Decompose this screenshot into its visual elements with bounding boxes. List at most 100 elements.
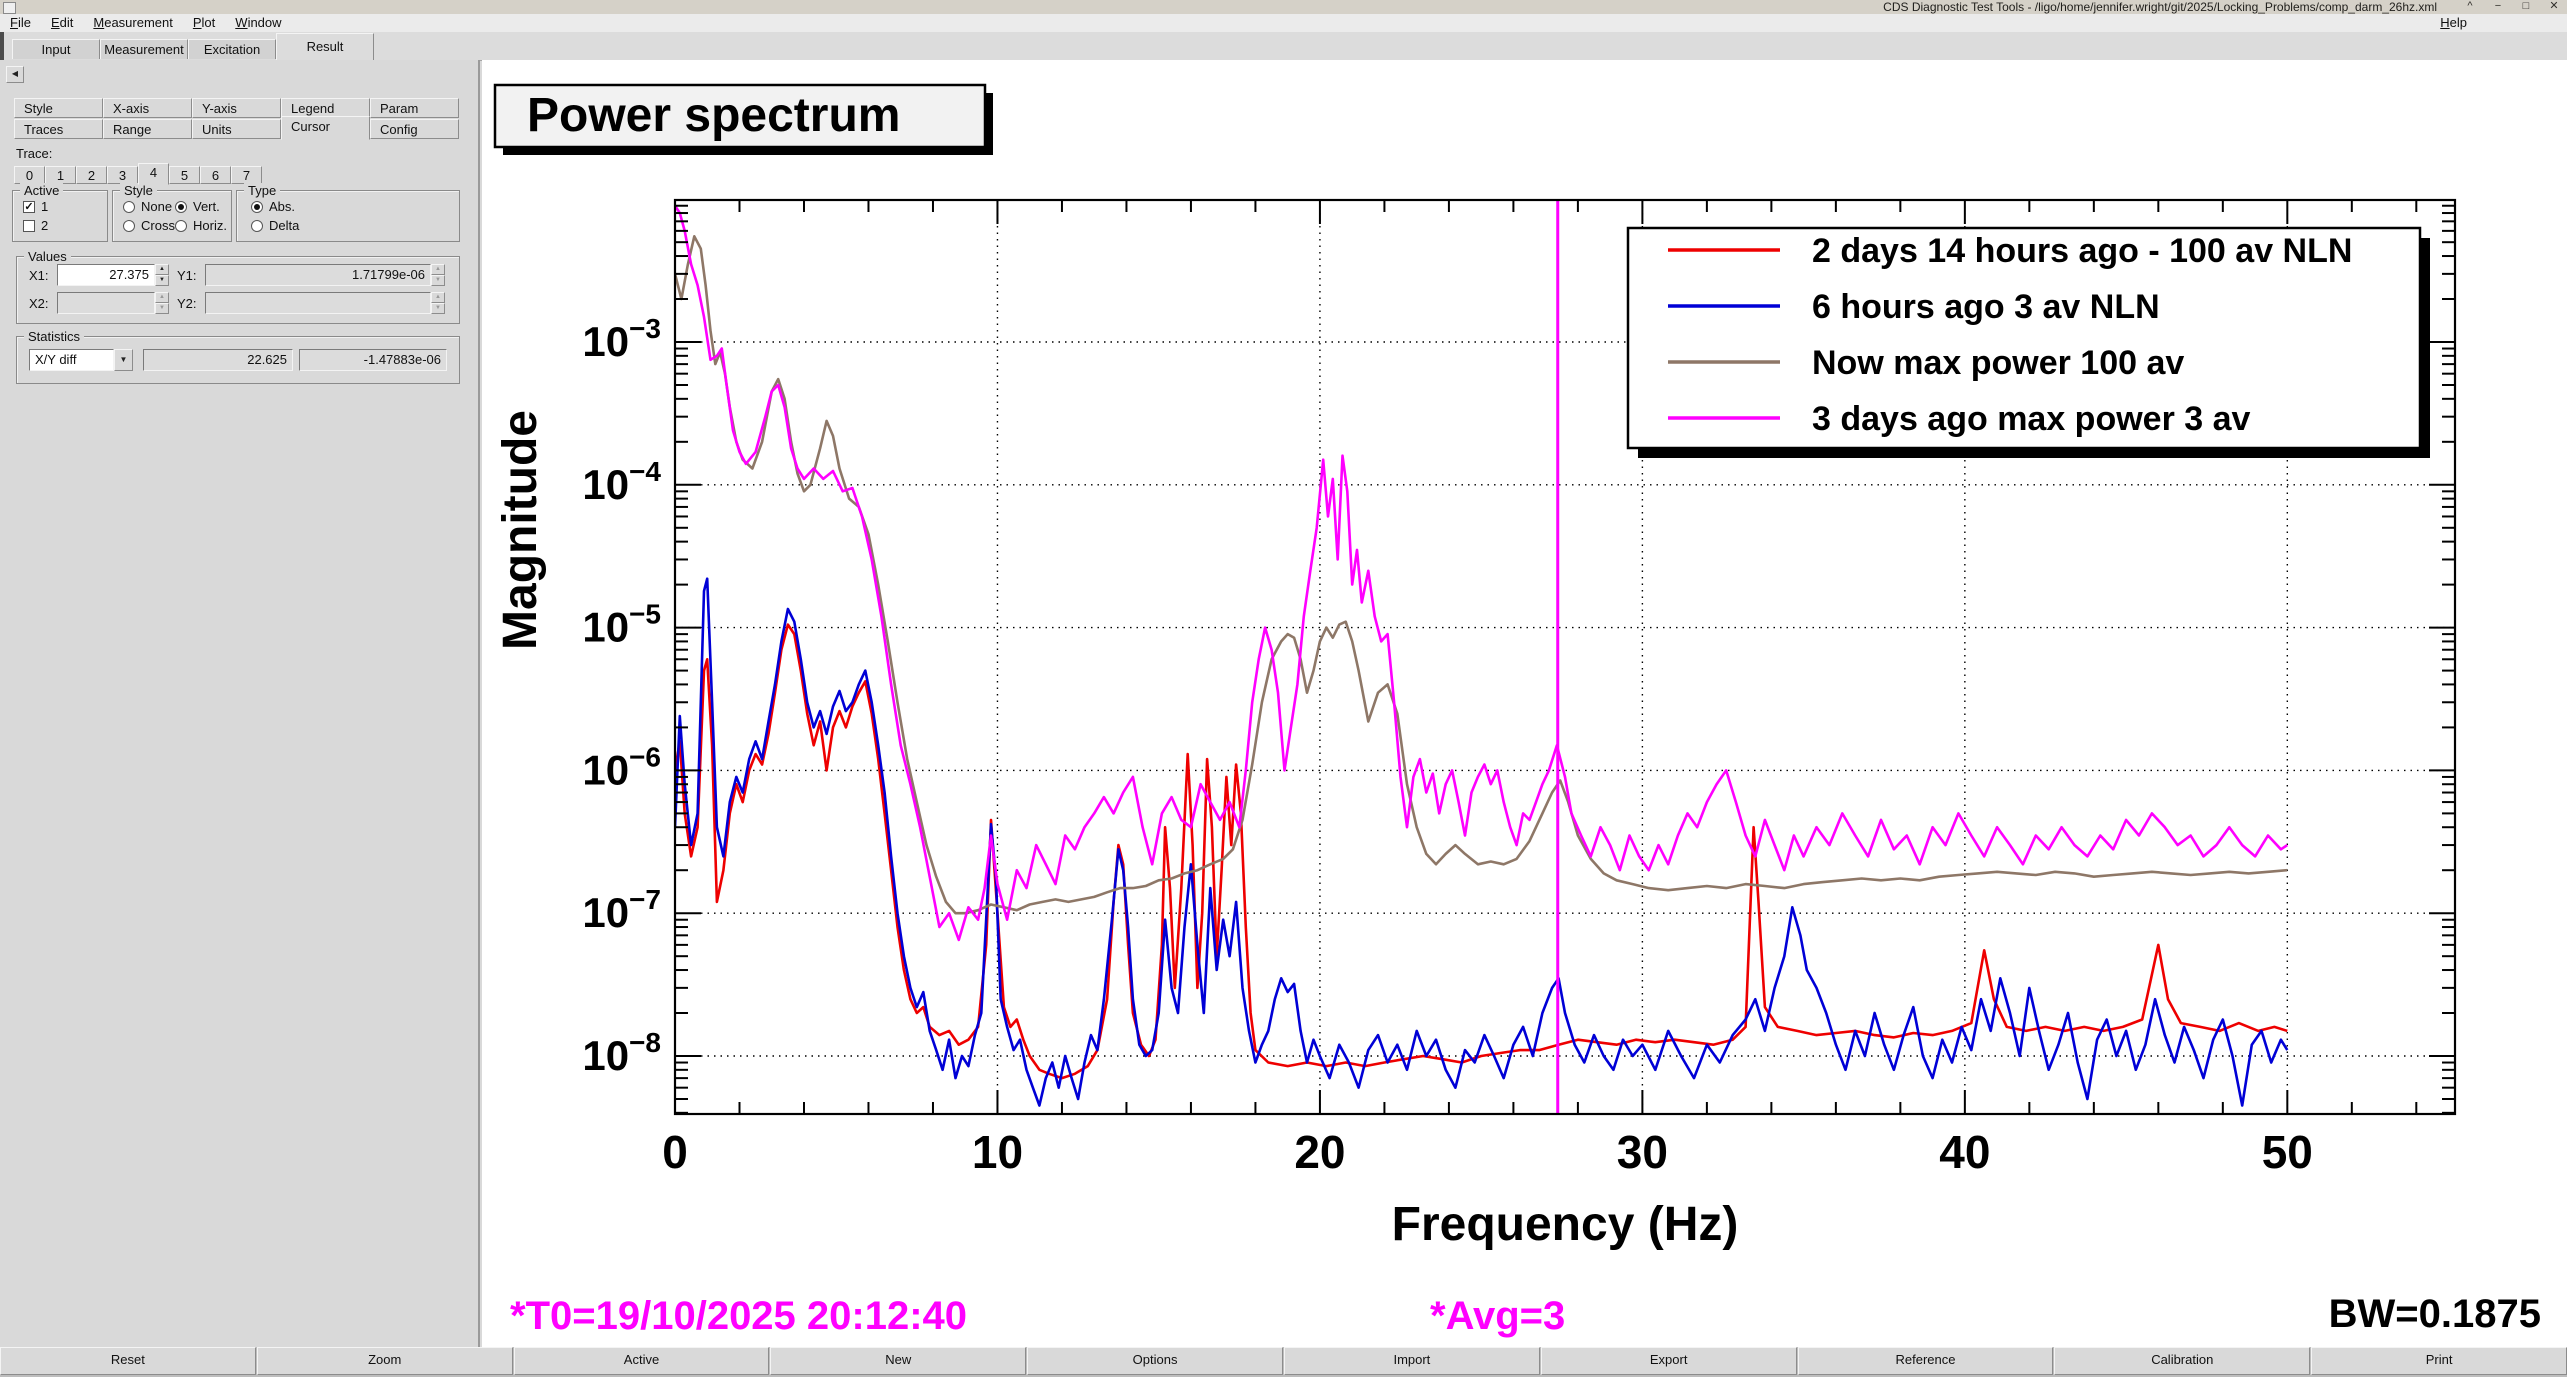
bw-annotation: BW=0.1875 (2329, 1292, 2541, 1337)
active-checkbox-1[interactable]: ✓1 (23, 199, 48, 214)
menu-item-measurement[interactable]: Measurement (83, 14, 183, 32)
bottom-button-reference[interactable]: Reference (1798, 1347, 2054, 1375)
y1-value: 1.71799e-06 (205, 264, 431, 286)
radio-icon[interactable] (123, 201, 135, 213)
trace-tab-0[interactable]: 0 (14, 166, 45, 184)
trace-tab-6[interactable]: 6 (200, 166, 231, 184)
statistics-mode-value[interactable]: X/Y diff (29, 349, 114, 371)
legend-label-now-max-power-100-av: Now max power 100 av (1812, 344, 2184, 382)
panel-tab-legend[interactable]: Legend (281, 98, 370, 118)
statistics-value-1: 22.625 (143, 349, 293, 371)
panel-tab-traces[interactable]: Traces (14, 119, 103, 139)
bottom-button-zoom[interactable]: Zoom (257, 1347, 513, 1375)
type-radio-delta[interactable]: Delta (251, 218, 299, 233)
x1-stepper[interactable]: 27.375 ▲▼ (57, 264, 169, 286)
panel-tab-units[interactable]: Units (192, 119, 281, 139)
menu-bar: FileEditMeasurementPlotWindow Help (0, 14, 2567, 33)
title-bar: CDS Diagnostic Test Tools - /ligo/home/j… (0, 0, 2567, 15)
trace-tab-1[interactable]: 1 (45, 166, 76, 184)
checkbox-icon[interactable]: ✓ (23, 201, 35, 213)
panel-tab-x-axis[interactable]: X-axis (103, 98, 192, 118)
bottom-button-active[interactable]: Active (514, 1347, 770, 1375)
plot-canvas[interactable]: 0102030405010−310−410−510−610−710−8Magni… (482, 60, 2567, 1347)
tab-input[interactable]: Input (12, 39, 100, 59)
shade-window-icon[interactable]: ^ (2461, 0, 2479, 14)
y1-label: Y1: (177, 268, 197, 283)
t0-annotation: *T0=19/10/2025 20:12:40 (510, 1294, 967, 1339)
trace-tab-5[interactable]: 5 (169, 166, 200, 184)
menu-item-window[interactable]: Window (225, 14, 291, 32)
trace-tab-7[interactable]: 7 (231, 166, 262, 184)
radio-icon[interactable] (175, 220, 187, 232)
statistics-value-2: -1.47883e-06 (299, 349, 447, 371)
panel-tab-y-axis[interactable]: Y-axis (192, 98, 281, 118)
panel-tab-range[interactable]: Range (103, 119, 192, 139)
panel-tab-param[interactable]: Param (370, 98, 459, 118)
x1-spin-up-icon[interactable]: ▲ (155, 264, 169, 275)
bottom-button-options[interactable]: Options (1027, 1347, 1283, 1375)
style-radio-none[interactable]: None (123, 199, 172, 214)
x2-stepper[interactable]: ▲▼ (57, 292, 169, 314)
x1-label: X1: (29, 268, 49, 283)
style-radio-cross[interactable]: Cross (123, 218, 175, 233)
trace-tab-3[interactable]: 3 (107, 166, 138, 184)
x2-value[interactable] (57, 292, 155, 314)
style-radio-vert[interactable]: Vert. (175, 199, 220, 214)
bottom-button-calibration[interactable]: Calibration (2054, 1347, 2310, 1375)
values-group-title: Values (24, 249, 71, 264)
y2-spin-down-icon: ▼ (431, 303, 445, 314)
main-tab-strip: InputMeasurementExcitationResult (0, 32, 2567, 61)
menu-item-plot[interactable]: Plot (183, 14, 225, 32)
statistics-mode-select[interactable]: X/Y diff ▼ (29, 349, 133, 371)
x-axis-label: Frequency (Hz) (1392, 1198, 1739, 1251)
plot-legend: 2 days 14 hours ago - 100 av NLN6 hours … (1628, 228, 2430, 458)
svg-text:30: 30 (1617, 1126, 1668, 1178)
style-group-title: Style (120, 183, 157, 198)
trace-tab-4[interactable]: 4 (138, 163, 169, 185)
window-title: CDS Diagnostic Test Tools - /ligo/home/j… (1883, 0, 2437, 14)
combo-arrow-icon[interactable]: ▼ (114, 349, 133, 371)
radio-icon[interactable] (251, 201, 263, 213)
tab-excitation[interactable]: Excitation (188, 39, 276, 59)
app-icon (3, 2, 16, 14)
checkbox-icon[interactable] (23, 220, 35, 232)
svg-text:40: 40 (1939, 1126, 1990, 1178)
x2-spin-up-icon: ▲ (155, 292, 169, 303)
y2-label: Y2: (177, 296, 197, 311)
panel-tab-style[interactable]: Style (14, 98, 103, 118)
radio-icon[interactable] (175, 201, 187, 213)
svg-text:50: 50 (2262, 1126, 2313, 1178)
bottom-button-reset[interactable]: Reset (0, 1347, 256, 1375)
style-radio-horiz[interactable]: Horiz. (175, 218, 227, 233)
close-window-icon[interactable]: ✕ (2545, 0, 2563, 14)
bottom-button-import[interactable]: Import (1284, 1347, 1540, 1375)
statistics-group-title: Statistics (24, 329, 84, 344)
menu-item-help[interactable]: Help (2430, 14, 2477, 32)
legend-label-6-hours-ago-3-av-nln: 6 hours ago 3 av NLN (1812, 288, 2160, 326)
radio-icon[interactable] (123, 220, 135, 232)
active-checkbox-2[interactable]: 2 (23, 218, 48, 233)
tab-result[interactable]: Result (276, 33, 374, 60)
bottom-button-print[interactable]: Print (2311, 1347, 2567, 1375)
menu-item-file[interactable]: File (0, 14, 41, 32)
x1-value[interactable]: 27.375 (57, 264, 155, 286)
y1-spin-up-icon: ▲ (431, 264, 445, 275)
bottom-button-export[interactable]: Export (1541, 1347, 1797, 1375)
maximize-window-icon[interactable]: □ (2517, 0, 2535, 14)
tab-scroll-left-icon[interactable]: ◀ (6, 66, 24, 83)
tab-measurement[interactable]: Measurement (100, 39, 188, 59)
panel-tab-cursor[interactable]: Cursor (281, 116, 370, 140)
y2-spin-up-icon: ▲ (431, 292, 445, 303)
menu-item-edit[interactable]: Edit (41, 14, 83, 32)
x1-spin-down-icon[interactable]: ▼ (155, 275, 169, 286)
bottom-button-new[interactable]: New (770, 1347, 1026, 1375)
svg-text:10: 10 (972, 1126, 1023, 1178)
type-radio-abs[interactable]: Abs. (251, 199, 295, 214)
radio-icon[interactable] (251, 220, 263, 232)
panel-tab-config[interactable]: Config (370, 119, 459, 139)
menu-items: FileEditMeasurementPlotWindow (0, 14, 292, 31)
trace-tab-2[interactable]: 2 (76, 166, 107, 184)
trace-label: Trace: (16, 146, 52, 161)
minimize-window-icon[interactable]: − (2489, 0, 2507, 14)
y1-stepper: 1.71799e-06 ▲▼ (205, 264, 445, 286)
